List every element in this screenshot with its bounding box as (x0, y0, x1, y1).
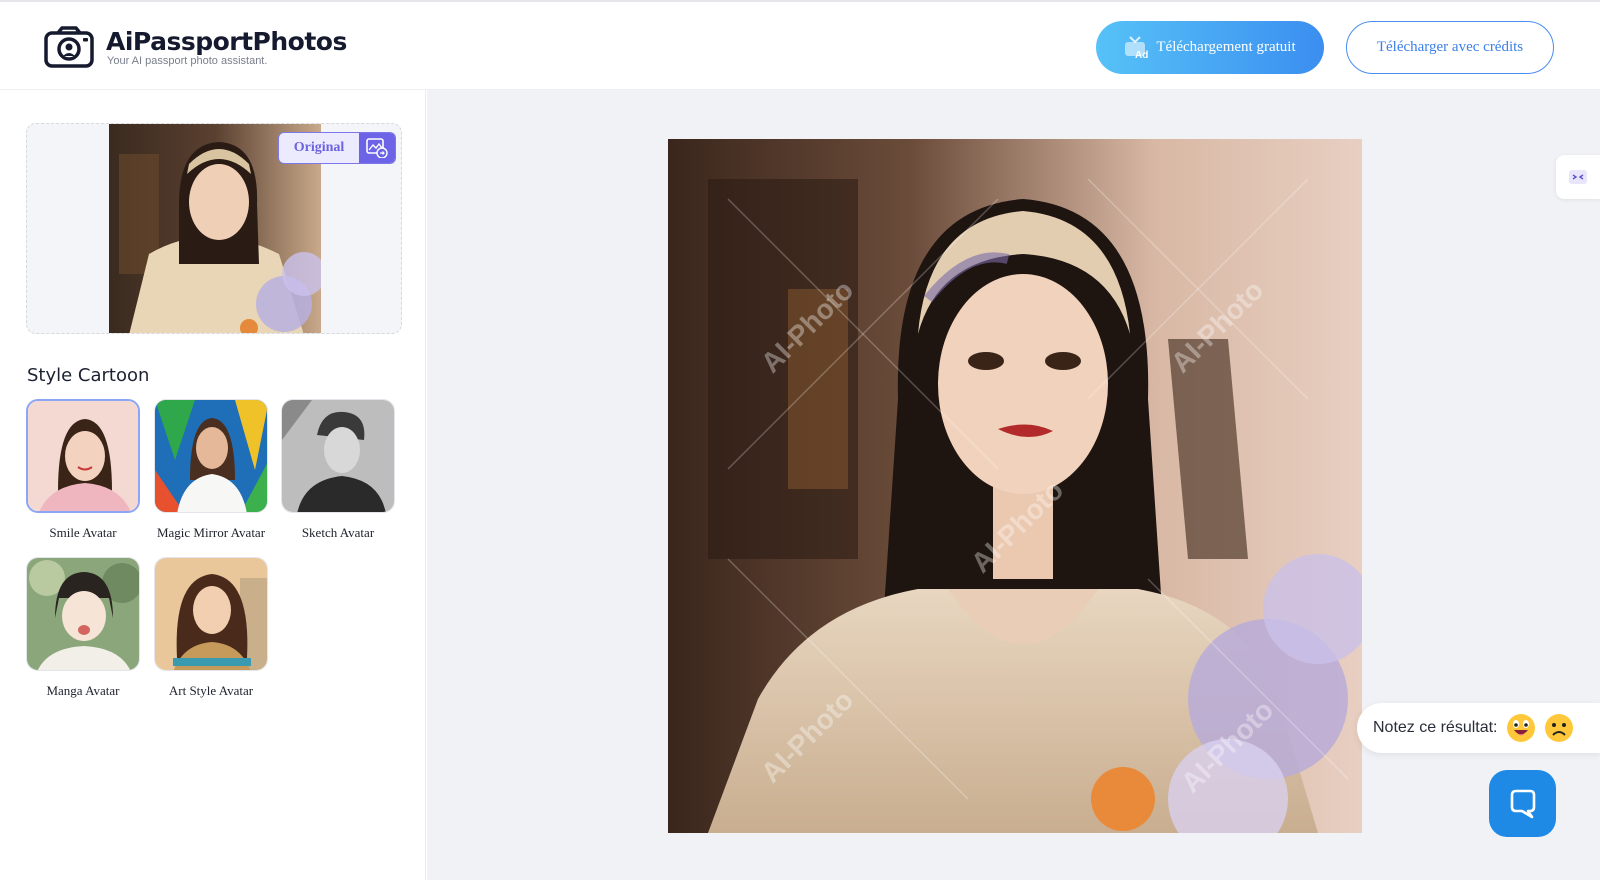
logo-subtitle: Your AI passport photo assistant. (107, 54, 268, 67)
style-label: Magic Mirror Avatar (156, 525, 266, 540)
smile-avatar-thumbnail (26, 399, 140, 513)
style-card-smile-avatar[interactable]: Smile Avatar (26, 399, 140, 541)
original-label: Original (279, 133, 359, 163)
style-section-title: Style Cartoon (27, 365, 150, 386)
free-download-button[interactable]: Ad Téléchargement gratuit (1096, 21, 1324, 74)
chat-support-button[interactable] (1489, 770, 1556, 837)
free-download-label: Téléchargement gratuit (1156, 39, 1296, 55)
result-image: AI-Photo AI-Photo AI-Photo AI-Photo AI-P… (668, 139, 1362, 833)
logo[interactable]: AiPassportPhotos Your AI passport photo … (44, 26, 347, 68)
style-label: Sketch Avatar (301, 525, 375, 540)
manga-avatar-thumbnail (26, 557, 140, 671)
app-header: AiPassportPhotos Your AI passport photo … (0, 0, 1600, 90)
image-swap-icon[interactable] (359, 133, 395, 163)
credits-download-button[interactable]: Télécharger avec crédits (1346, 21, 1554, 74)
style-label: Manga Avatar (46, 683, 120, 698)
main-canvas: AI-Photo AI-Photo AI-Photo AI-Photo AI-P… (427, 90, 1600, 880)
style-card-sketch-avatar[interactable]: Sketch Avatar (281, 399, 395, 541)
happy-emoji-icon[interactable] (1506, 713, 1536, 743)
art-style-avatar-thumbnail (154, 557, 268, 671)
original-toggle[interactable]: Original (278, 132, 396, 164)
original-preview: Original (26, 123, 402, 334)
sad-emoji-icon[interactable] (1544, 713, 1574, 743)
credits-download-label: Télécharger avec crédits (1376, 39, 1524, 55)
logo-title: AiPassportPhotos (106, 26, 347, 56)
style-label: Art Style Avatar (168, 683, 254, 698)
magic-mirror-avatar-thumbnail (154, 399, 268, 513)
chat-bubble-icon (1510, 789, 1535, 818)
style-card-magic-mirror-avatar[interactable]: Magic Mirror Avatar (154, 399, 268, 541)
camera-logo-icon (44, 26, 94, 68)
tv-ad-icon: Ad (1124, 35, 1150, 61)
style-card-art-style-avatar[interactable]: Art Style Avatar (154, 557, 268, 699)
side-collapse-tab[interactable] (1556, 155, 1600, 199)
collapse-icon (1569, 170, 1587, 184)
sketch-avatar-thumbnail (281, 399, 395, 513)
rate-label: Notez ce résultat: (1373, 719, 1498, 736)
ad-badge: Ad (1135, 50, 1148, 60)
sidebar: Original Style Cartoon Smile Avatar Magi… (0, 90, 426, 880)
rating-bar: Notez ce résultat: (1357, 703, 1600, 753)
style-label: Smile Avatar (49, 525, 117, 540)
style-card-manga-avatar[interactable]: Manga Avatar (26, 557, 140, 699)
